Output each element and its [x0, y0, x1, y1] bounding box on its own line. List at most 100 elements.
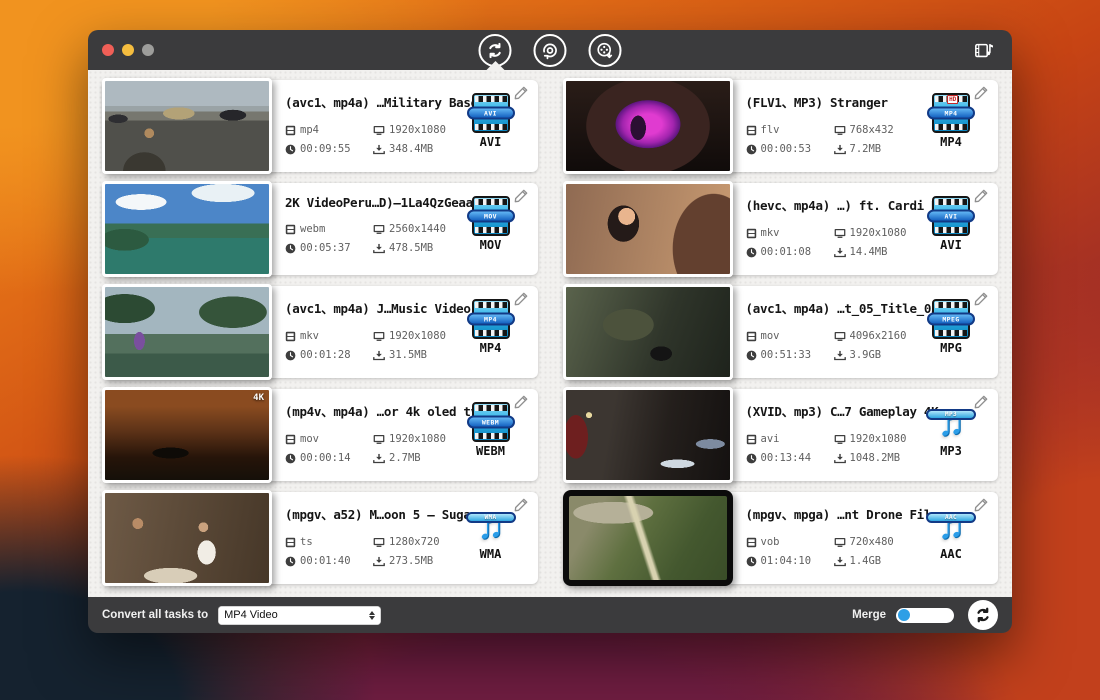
edit-task-button[interactable] — [513, 394, 531, 412]
target-format-label: MP4 — [464, 341, 518, 355]
task-card: (FLV1、MP3) Stranger flv 768x432 00:00:53… — [563, 80, 999, 172]
duration: 00:09:55 — [285, 143, 373, 155]
minimize-button[interactable] — [122, 44, 134, 56]
pencil-icon — [973, 291, 989, 307]
tab-convert[interactable] — [479, 30, 512, 70]
video-thumbnail[interactable] — [563, 284, 733, 380]
container-format: mkv — [746, 227, 834, 239]
start-conversion-button[interactable] — [968, 600, 998, 630]
download-size-icon — [373, 556, 385, 567]
target-format[interactable]: WEBM WEBM — [464, 402, 518, 458]
container-format: flv — [746, 124, 834, 136]
disc-rotate-icon — [534, 34, 567, 67]
fullscreen-button[interactable] — [142, 44, 154, 56]
duration: 00:05:37 — [285, 242, 373, 254]
target-format[interactable]: AVI AVI — [924, 196, 978, 252]
video-thumbnail[interactable] — [563, 78, 733, 174]
edit-task-button[interactable] — [513, 188, 531, 206]
target-format-icon: MP4 — [472, 299, 510, 339]
duration: 00:13:44 — [746, 452, 834, 464]
target-format-icon: ♫AAC — [929, 505, 973, 545]
target-format[interactable]: ♫AAC AAC — [924, 505, 978, 561]
tab-downloader[interactable] — [589, 30, 622, 70]
pencil-icon — [513, 394, 529, 410]
target-format[interactable]: MOV MOV — [464, 196, 518, 252]
target-format[interactable]: ♫MP3 MP3 — [924, 402, 978, 458]
target-format[interactable]: ♫WMA WMA — [464, 505, 518, 561]
merge-toggle[interactable] — [896, 608, 954, 623]
tab-ripper[interactable] — [534, 30, 567, 70]
output-format-select[interactable]: MP4 Video — [218, 606, 381, 625]
clock-icon — [285, 556, 296, 567]
edit-task-button[interactable] — [973, 394, 991, 412]
video-thumbnail[interactable] — [563, 181, 733, 277]
task-card: (XVID、mp3) C…7 Gameplay 4K avi 1920x1080… — [563, 389, 999, 481]
display-icon — [834, 125, 846, 136]
pencil-icon — [973, 85, 989, 101]
format-banner: MP4 — [927, 107, 975, 120]
format-banner: MPEG — [927, 313, 975, 326]
container-format: mov — [285, 433, 373, 445]
pencil-icon — [513, 497, 529, 513]
task-card: (avc1、mp4a) …Military Base mp4 1920x1080… — [102, 80, 538, 172]
target-format-icon: MOV — [472, 196, 510, 236]
toggle-knob-icon — [898, 609, 910, 621]
display-icon — [834, 537, 846, 548]
target-format[interactable]: HD MP4 MP4 — [924, 93, 978, 149]
download-size-icon — [834, 556, 846, 567]
task-card: (avc1、mp4a) …t_05_Title_02 mov 4096x2160… — [563, 286, 999, 378]
target-format-icon: HD MP4 — [932, 93, 970, 133]
container-format: vob — [746, 536, 834, 548]
target-format-label: MP4 — [924, 135, 978, 149]
video-thumbnail[interactable] — [102, 78, 272, 174]
clock-icon — [746, 556, 757, 567]
edit-task-button[interactable] — [513, 497, 531, 515]
edit-task-button[interactable] — [973, 188, 991, 206]
target-format-icon: AVI — [472, 93, 510, 133]
edit-task-button[interactable] — [973, 85, 991, 103]
film-reel-download-icon — [589, 34, 622, 67]
container-format: mkv — [285, 330, 373, 342]
edit-task-button[interactable] — [973, 497, 991, 515]
duration: 00:01:40 — [285, 555, 373, 567]
container-format: avi — [746, 433, 834, 445]
target-format-label: AAC — [924, 547, 978, 561]
task-card: (mpgv、a52) M…oon 5 – Sugar ts 1280x720 0… — [102, 492, 538, 584]
edit-task-button[interactable] — [513, 291, 531, 309]
format-banner: AAC — [926, 512, 976, 523]
video-thumbnail[interactable]: 4K — [102, 387, 272, 483]
video-thumbnail[interactable] — [102, 490, 272, 586]
task-card: 4K (mp4v、mp4a) …or 4k oled tv mov 1920x1… — [102, 389, 538, 481]
pencil-icon — [973, 188, 989, 204]
video-thumbnail[interactable] — [102, 284, 272, 380]
task-card: (hevc、mp4a) …) ft. Cardi B mkv 1920x1080… — [563, 183, 999, 275]
target-format[interactable]: MPEG MPG — [924, 299, 978, 355]
file-format-icon — [746, 125, 757, 136]
download-size-icon — [373, 243, 385, 254]
target-format-icon: MPEG — [932, 299, 970, 339]
target-format-icon: ♫WMA — [469, 505, 513, 545]
video-thumbnail[interactable] — [563, 490, 733, 586]
titlebar — [88, 30, 1012, 70]
video-thumbnail[interactable] — [563, 387, 733, 483]
clock-icon — [746, 453, 757, 464]
clock-icon — [285, 243, 296, 254]
pencil-icon — [973, 394, 989, 410]
target-format[interactable]: AVI AVI — [464, 93, 518, 149]
format-banner: WMA — [466, 512, 516, 523]
video-thumbnail[interactable] — [102, 181, 272, 277]
duration: 01:04:10 — [746, 555, 834, 567]
container-format: ts — [285, 536, 373, 548]
format-banner: MOV — [467, 210, 515, 223]
edit-task-button[interactable] — [513, 85, 531, 103]
media-library-button[interactable] — [970, 38, 998, 64]
target-format-label: WEBM — [464, 444, 518, 458]
edit-task-button[interactable] — [973, 291, 991, 309]
format-banner: AVI — [927, 210, 975, 223]
stepper-arrows-icon — [369, 611, 375, 620]
target-format-label: WMA — [464, 547, 518, 561]
close-button[interactable] — [102, 44, 114, 56]
format-banner: AVI — [467, 107, 515, 120]
sync-convert-icon — [479, 34, 512, 67]
target-format[interactable]: MP4 MP4 — [464, 299, 518, 355]
